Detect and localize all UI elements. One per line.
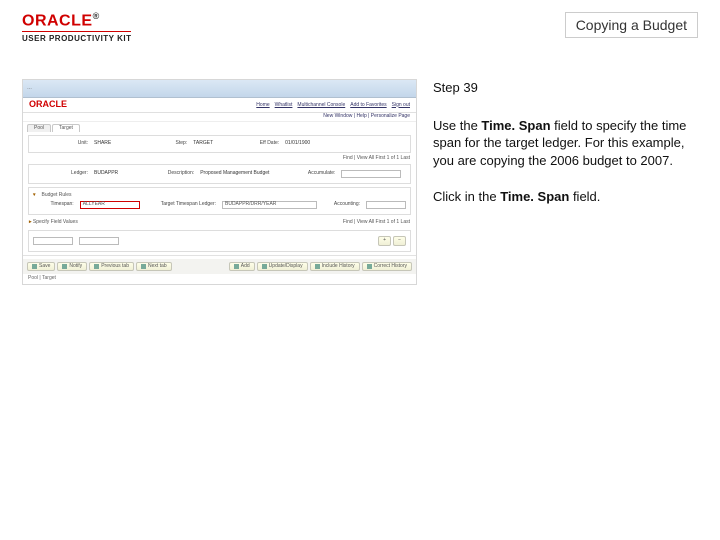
save-button[interactable]: Save xyxy=(27,262,55,272)
shot-ledger-row: Ledger: BUDAPPR Description: Proposed Ma… xyxy=(28,164,411,184)
chevron-right-icon[interactable]: ▸ xyxy=(29,219,32,225)
timespan-input[interactable]: ALLYEAR xyxy=(80,201,140,209)
acct-input[interactable] xyxy=(366,201,406,209)
grid-nav-1: Find | View All First 1 of 1 Last xyxy=(23,156,416,162)
chevron-down-icon[interactable]: ▾ xyxy=(33,193,36,199)
shot-context-row: Unit: SHARE Step: TARGET Eff Date: 01/01… xyxy=(28,135,411,153)
step-number: Step 39 xyxy=(433,79,698,97)
next-icon xyxy=(141,264,146,269)
step-label: Step: xyxy=(117,141,187,147)
shot-subheader-links: New Window | Help | Personalize Page xyxy=(23,113,416,122)
mini-global-links: Home Whatlist Multichannel Console Add t… xyxy=(256,103,410,109)
shot-breadcrumb-bar: … xyxy=(23,80,416,98)
descr-label: Description: xyxy=(124,171,194,177)
unit-value: SHARE xyxy=(94,141,111,147)
instruction-panel: Step 39 Use the Time. Span field to spec… xyxy=(433,79,698,284)
shot-footer-links: Pool | Target xyxy=(23,274,416,284)
instruction-paragraph-2: Click in the Time. Span field. xyxy=(433,188,698,206)
correct-history-button[interactable]: Correct History xyxy=(362,262,412,272)
timespan-label: Timespan: xyxy=(33,202,74,208)
effdate-label: Eff Date: xyxy=(219,141,279,147)
target-ts-ledger-label: Target Timespan Ledger: xyxy=(146,202,216,208)
mini-oracle-logo: ORACLE xyxy=(29,100,67,110)
add-button[interactable]: Add xyxy=(229,262,255,272)
tab-target[interactable]: Target xyxy=(52,124,80,133)
accum-input[interactable] xyxy=(341,170,401,178)
step-value: TARGET xyxy=(193,141,213,147)
accum-label: Accumulate: xyxy=(275,171,335,177)
update-display-button[interactable]: Update/Display xyxy=(257,262,308,272)
spec-head: Specify Field Values xyxy=(33,219,78,225)
grid-nav-2: Find | View All First 1 of 1 Last xyxy=(343,220,410,226)
app-screenshot: … ORACLE Home Whatlist Multichannel Cons… xyxy=(22,79,417,284)
notify-button[interactable]: Notify xyxy=(57,262,87,272)
spec-head-row: ▸ Specify Field Values Find | View All F… xyxy=(23,218,416,228)
save-icon xyxy=(32,264,37,269)
shot-tabs: Pool Target xyxy=(23,122,416,133)
spec-input-2[interactable] xyxy=(79,237,119,245)
history-icon xyxy=(315,264,320,269)
target-section-head: Budget Rules xyxy=(42,193,72,199)
prev-icon xyxy=(94,264,99,269)
ledger-label: Ledger: xyxy=(33,171,88,177)
instruction-paragraph-1: Use the Time. Span field to specify the … xyxy=(433,117,698,170)
add-icon xyxy=(234,264,239,269)
ledger-value: BUDAPPR xyxy=(94,171,118,177)
tab-pool[interactable]: Pool xyxy=(27,124,51,133)
oracle-upk-logo: ORACLE® USER PRODUCTIVITY KIT xyxy=(22,12,131,43)
link-signout[interactable]: Sign out xyxy=(392,103,410,109)
unit-label: Unit: xyxy=(33,141,88,147)
add-row-icon[interactable]: + xyxy=(378,236,391,246)
link-fav[interactable]: Add to Favorites xyxy=(350,103,386,109)
link-mcc[interactable]: Multichannel Console xyxy=(297,103,345,109)
shot-target-section: ▾ Budget Rules Timespan: ALLYEAR Target … xyxy=(28,187,411,215)
link-whatlist[interactable]: Whatlist xyxy=(275,103,293,109)
link-home[interactable]: Home xyxy=(256,103,269,109)
delete-row-icon[interactable]: − xyxy=(393,236,406,246)
correct-icon xyxy=(367,264,372,269)
page-title: Copying a Budget xyxy=(565,12,698,38)
next-tab-button[interactable]: Next tab xyxy=(136,262,172,272)
notify-icon xyxy=(62,264,67,269)
update-icon xyxy=(262,264,267,269)
descr-value: Proposed Management Budget xyxy=(200,171,269,177)
spec-input-1[interactable] xyxy=(33,237,73,245)
shot-brand-row: ORACLE Home Whatlist Multichannel Consol… xyxy=(23,98,416,113)
upk-subline: USER PRODUCTIVITY KIT xyxy=(22,31,131,43)
spec-field-row: + − xyxy=(28,230,411,252)
include-history-button[interactable]: Include History xyxy=(310,262,360,272)
acct-label: Accounting: xyxy=(323,202,360,208)
prev-tab-button[interactable]: Previous tab xyxy=(89,262,134,272)
shot-button-bar: Save Notify Previous tab Next tab Add Up… xyxy=(23,259,416,275)
target-ts-ledger-input[interactable]: BUDAPPR/DRR/YEAR xyxy=(222,201,317,209)
oracle-wordmark: ORACLE® xyxy=(22,12,131,29)
effdate-value: 01/01/1900 xyxy=(285,141,310,147)
